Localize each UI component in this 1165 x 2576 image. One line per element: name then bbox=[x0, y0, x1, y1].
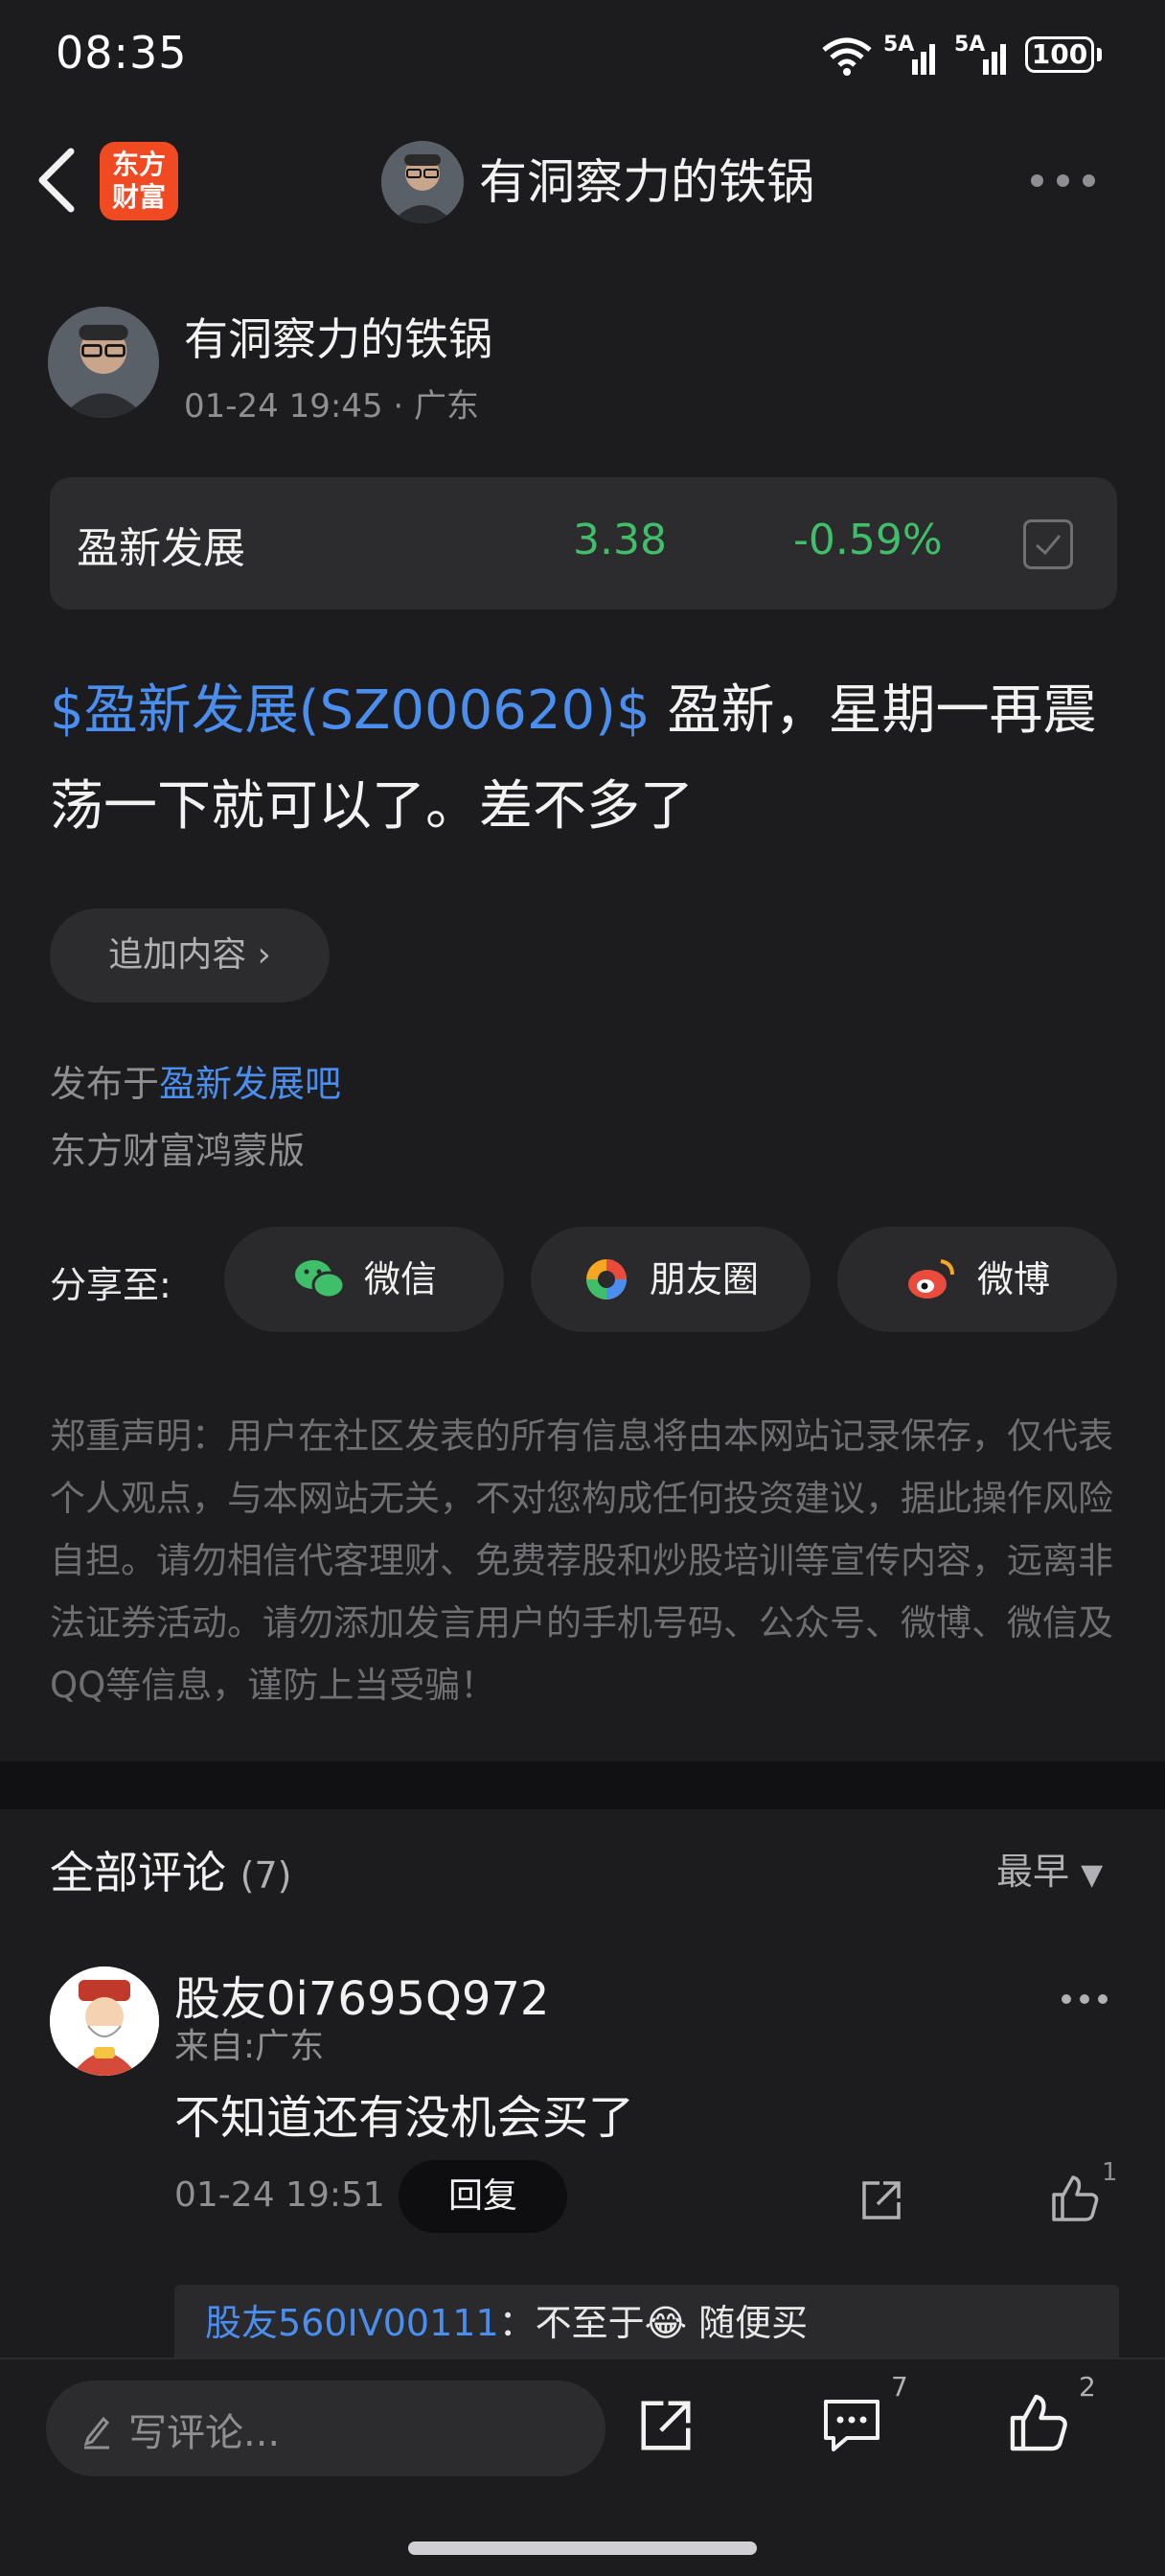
stock-name: 盈新发展 bbox=[77, 524, 245, 573]
sort-dropdown[interactable]: 最早 ▼ bbox=[996, 1842, 1103, 1895]
weibo-icon bbox=[908, 1259, 954, 1299]
commenter-avatar[interactable] bbox=[50, 1966, 159, 2076]
like-icon[interactable] bbox=[1050, 2174, 1100, 2223]
signal-bars-icon bbox=[983, 44, 1006, 75]
comment-input-placeholder[interactable]: 写评论... bbox=[128, 2402, 280, 2457]
signal-bars-icon bbox=[912, 44, 935, 75]
stock-price: 3.38 bbox=[573, 516, 667, 564]
section-divider bbox=[0, 1761, 1165, 1809]
like-count-badge: 2 bbox=[1079, 2371, 1096, 2403]
comment-like-count: 1 bbox=[1102, 2158, 1118, 2187]
sub-reply-user[interactable]: 股友560IV00111 bbox=[205, 2302, 499, 2344]
moments-icon bbox=[586, 1259, 627, 1300]
share-weibo-button[interactable]: 微博 bbox=[837, 1227, 1117, 1332]
battery-tip bbox=[1097, 48, 1102, 61]
watchlist-check-icon[interactable] bbox=[1023, 519, 1073, 569]
author-name[interactable]: 有洞察力的铁锅 bbox=[184, 305, 492, 368]
stock-change: -0.59% bbox=[793, 516, 943, 564]
wechat-icon bbox=[295, 1260, 346, 1300]
post-content: $盈新发展(SZ000620)$ 盈新，星期一再震荡一下就可以了。差不多了 bbox=[50, 663, 1132, 855]
nav-avatar[interactable] bbox=[381, 141, 464, 223]
more-icon[interactable] bbox=[1031, 172, 1109, 192]
comments-header: 全部评论 (7) bbox=[50, 1838, 291, 1901]
status-bar: 08:35 5A 5A 100 bbox=[0, 0, 1165, 115]
share-wechat-button[interactable]: 微信 bbox=[224, 1227, 504, 1332]
comment-more-icon[interactable] bbox=[1062, 1990, 1115, 2004]
battery-indicator: 100 bbox=[1025, 36, 1094, 73]
stock-tag-link[interactable]: $盈新发展(SZ000620)$ bbox=[50, 679, 651, 742]
triangle-down-icon: ▼ bbox=[1081, 1858, 1104, 1892]
sort-label: 最早 bbox=[996, 1851, 1070, 1893]
share-weibo-label: 微博 bbox=[977, 1258, 1051, 1300]
comment-icon[interactable] bbox=[820, 2396, 883, 2455]
author-avatar[interactable] bbox=[48, 307, 159, 418]
sub-reply-text: ：不至于😂 随便买 bbox=[498, 2302, 809, 2344]
nav-title: 有洞察力的铁锅 bbox=[479, 154, 814, 210]
logo-line-2: 财富 bbox=[111, 181, 166, 213]
share-moments-label: 朋友圈 bbox=[650, 1258, 760, 1300]
share-icon[interactable] bbox=[636, 2396, 696, 2455]
comment-count-badge: 7 bbox=[891, 2371, 908, 2403]
like-icon[interactable] bbox=[1008, 2392, 1069, 2453]
reply-button[interactable]: 回复 bbox=[399, 2160, 567, 2233]
publish-prefix: 发布于 bbox=[50, 1063, 160, 1105]
share-moments-button[interactable]: 朋友圈 bbox=[531, 1227, 811, 1332]
app-logo[interactable]: 东方 财富 bbox=[100, 142, 178, 220]
chevron-right-icon: › bbox=[257, 935, 271, 975]
append-label: 追加内容 bbox=[108, 935, 247, 975]
wifi-icon bbox=[822, 37, 872, 76]
comment-time: 01-24 19:51 bbox=[174, 2175, 385, 2215]
share-label: 分享至: bbox=[50, 1264, 171, 1306]
comment-text: 不知道还有没机会买了 bbox=[174, 2091, 635, 2145]
comments-title: 全部评论 bbox=[50, 1847, 226, 1898]
disclaimer-text: 郑重声明：用户在社区发表的所有信息将由本网站记录保存，仅代表个人观点，与本网站无… bbox=[50, 1415, 1113, 1706]
share-icon[interactable] bbox=[858, 2177, 904, 2223]
post-meta: 01-24 19:45 · 广东 bbox=[184, 387, 480, 426]
share-wechat-label: 微信 bbox=[364, 1258, 438, 1300]
sub-reply[interactable]: 股友560IV00111：不至于😂 随便买 bbox=[174, 2285, 1119, 2361]
status-time: 08:35 bbox=[56, 27, 188, 79]
app-version-label: 东方财富鸿蒙版 bbox=[50, 1130, 306, 1172]
commenter-location: 来自:广东 bbox=[174, 2027, 325, 2066]
logo-line-1: 东方 bbox=[111, 149, 166, 180]
publish-line: 发布于盈新发展吧 bbox=[50, 1054, 341, 1107]
append-content-button[interactable]: 追加内容 › bbox=[50, 908, 330, 1002]
home-indicator[interactable] bbox=[408, 2542, 757, 2555]
comments-count: (7) bbox=[240, 1854, 292, 1897]
forum-link[interactable]: 盈新发展吧 bbox=[159, 1063, 341, 1105]
back-icon[interactable] bbox=[29, 142, 86, 218]
pencil-icon bbox=[83, 2416, 110, 2450]
